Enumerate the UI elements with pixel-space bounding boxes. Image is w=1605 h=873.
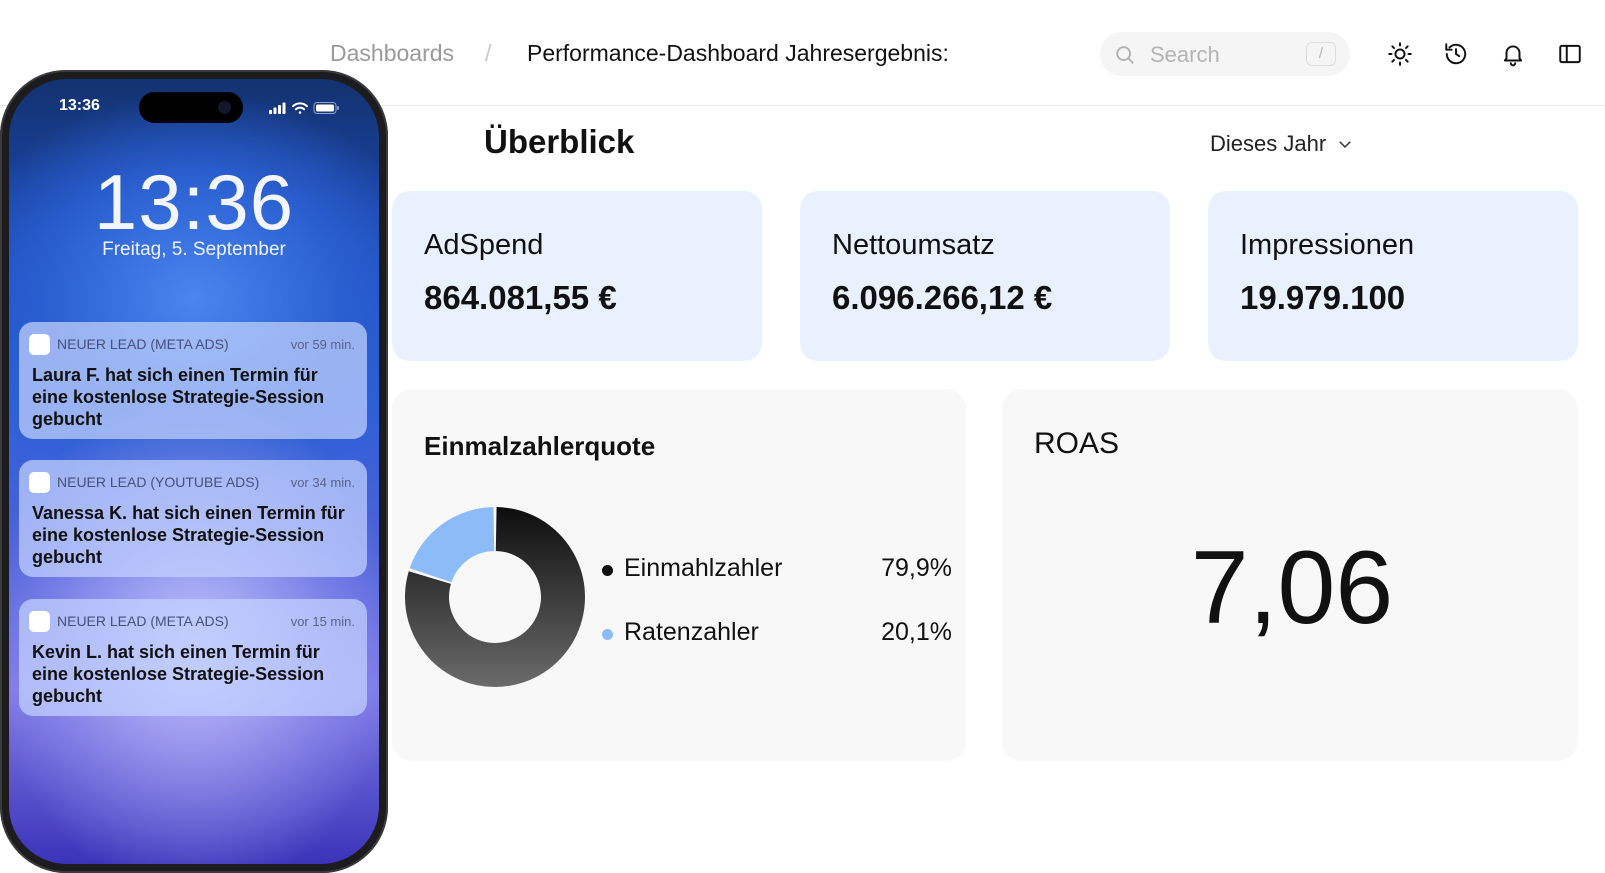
einmalzahler-card: Einmalzahlerquote Einmahlzahler 79,9% Ra… bbox=[392, 389, 966, 761]
notification-time: vor 59 min. bbox=[290, 337, 355, 352]
notification-app-name: NEUER LEAD (META ADS) bbox=[57, 613, 229, 629]
roas-card-title: ROAS bbox=[1034, 427, 1120, 460]
status-icons bbox=[269, 102, 339, 114]
dynamic-island bbox=[139, 92, 243, 123]
signal-icon bbox=[269, 102, 286, 114]
notification-time: vor 15 min. bbox=[290, 614, 355, 629]
search-shortcut-key: / bbox=[1306, 42, 1336, 66]
legend-dot bbox=[602, 565, 613, 576]
kpi-label: Impressionen bbox=[1240, 229, 1415, 261]
einmalzahler-card-title: Einmalzahlerquote bbox=[424, 431, 656, 461]
period-label: Dieses Jahr bbox=[1210, 131, 1327, 156]
roas-value: 7,06 bbox=[1190, 530, 1394, 646]
legend-value: 79,9% bbox=[881, 554, 952, 582]
legend-label: Ratenzahler bbox=[624, 618, 759, 646]
legend-item-ratenzahler: Ratenzahler 20,1% bbox=[602, 618, 952, 648]
search-input[interactable]: Search / bbox=[1100, 32, 1350, 76]
kpi-card-nettoumsatz: Nettoumsatz 6.096.266,12 € bbox=[800, 191, 1170, 361]
notification-body: Vanessa K. hat sich einen Termin für ein… bbox=[32, 503, 345, 567]
bell-icon[interactable] bbox=[1500, 41, 1526, 67]
notification-body: Laura F. hat sich einen Termin für eine … bbox=[32, 365, 325, 429]
search-icon bbox=[1116, 46, 1134, 64]
kpi-value: 864.081,55 € bbox=[424, 279, 617, 316]
kpi-value: 19.979.100 bbox=[1240, 279, 1406, 316]
notification-body: Kevin L. hat sich einen Termin für eine … bbox=[32, 642, 325, 706]
phone-mockup: 13:36 13:36 Freitag, 5. September NEUER … bbox=[0, 70, 388, 873]
period-dropdown[interactable]: Dieses Jahr bbox=[1210, 131, 1354, 157]
breadcrumb-current-page: Performance-Dashboard Jahresergebnis: bbox=[527, 40, 949, 66]
app-icon bbox=[29, 611, 50, 632]
status-bar-time: 13:36 bbox=[59, 97, 100, 114]
notification-card[interactable]: NEUER LEAD (YOUTUBE ADS) vor 34 min. Van… bbox=[19, 460, 367, 577]
phone-lock-screen: 13:36 13:36 Freitag, 5. September NEUER … bbox=[9, 79, 379, 864]
breadcrumb-dashboards[interactable]: Dashboards bbox=[330, 40, 454, 67]
lock-screen-date: Freitag, 5. September bbox=[102, 239, 286, 260]
notification-card[interactable]: NEUER LEAD (META ADS) vor 59 min. Laura … bbox=[19, 322, 367, 439]
search-placeholder: Search bbox=[1150, 42, 1220, 67]
notification-card[interactable]: NEUER LEAD (META ADS) vor 15 min. Kevin … bbox=[19, 599, 367, 716]
legend-item-einmahlzahler: Einmahlzahler 79,9% bbox=[602, 554, 952, 584]
roas-card: ROAS 7,06 bbox=[1002, 389, 1578, 761]
page-title: Überblick bbox=[484, 123, 635, 160]
wifi-icon bbox=[292, 102, 308, 114]
sun-icon[interactable] bbox=[1387, 41, 1413, 67]
kpi-value: 6.096.266,12 € bbox=[832, 279, 1053, 316]
kpi-card-impressionen: Impressionen 19.979.100 bbox=[1208, 191, 1578, 361]
sidebar-panel-icon[interactable] bbox=[1557, 41, 1583, 67]
chevron-down-icon bbox=[1339, 141, 1351, 149]
battery-icon bbox=[313, 102, 339, 114]
donut-chart bbox=[405, 507, 585, 687]
camera-icon bbox=[218, 101, 231, 114]
legend-dot bbox=[602, 629, 613, 640]
kpi-label: Nettoumsatz bbox=[832, 229, 995, 261]
kpi-card-adspend: AdSpend 864.081,55 € bbox=[392, 191, 762, 361]
history-icon[interactable] bbox=[1443, 41, 1469, 67]
legend-label: Einmahlzahler bbox=[624, 554, 783, 582]
legend-value: 20,1% bbox=[881, 618, 952, 646]
notification-time: vor 34 min. bbox=[290, 475, 355, 490]
lock-screen-clock: 13:36 bbox=[93, 158, 295, 246]
notification-app-name: NEUER LEAD (META ADS) bbox=[57, 336, 229, 352]
kpi-label: AdSpend bbox=[424, 229, 544, 261]
app-icon bbox=[29, 334, 50, 355]
app-icon bbox=[29, 472, 50, 493]
breadcrumb-separator: / bbox=[485, 40, 492, 66]
notification-app-name: NEUER LEAD (YOUTUBE ADS) bbox=[57, 474, 260, 490]
donut-slice-ratenzahler bbox=[409, 507, 495, 583]
